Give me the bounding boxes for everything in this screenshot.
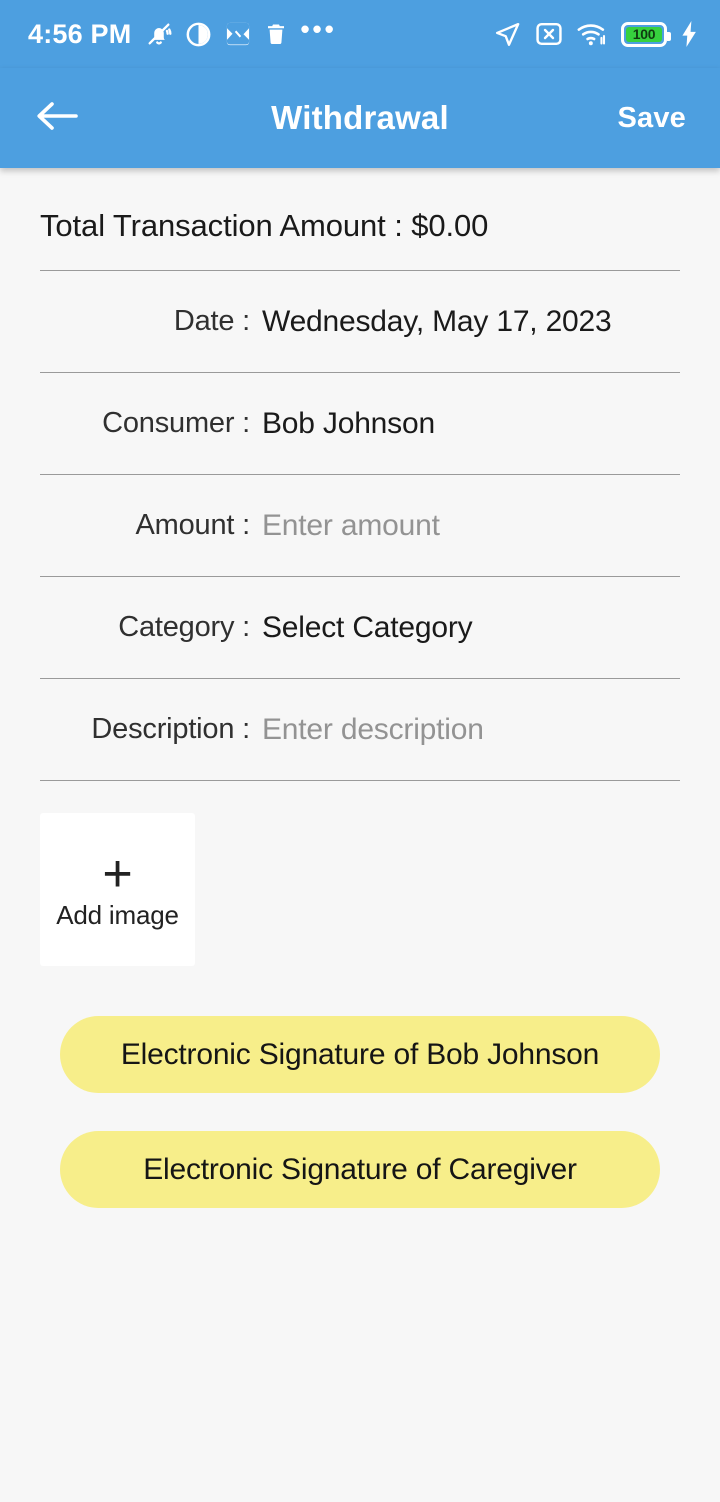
signature-button-caregiver[interactable]: Electronic Signature of Caregiver xyxy=(60,1131,660,1208)
form-content: Total Transaction Amount : $0.00 Date : … xyxy=(0,168,720,1208)
status-bar-left: 4:56 PM ••• xyxy=(28,14,337,50)
field-value-consumer[interactable]: Bob Johnson xyxy=(262,407,435,441)
add-image-button[interactable]: + Add image xyxy=(40,813,195,966)
page-title: Withdrawal xyxy=(271,99,449,136)
battery-percent: 100 xyxy=(632,26,656,42)
battery-icon: 100 xyxy=(621,21,671,47)
wifi-icon xyxy=(577,21,607,47)
image-attachment-area: + Add image xyxy=(0,781,720,966)
field-row-category[interactable]: Category : Select Category xyxy=(0,577,720,678)
location-arrow-icon xyxy=(494,21,521,48)
charging-bolt-icon xyxy=(681,21,698,47)
save-button[interactable]: Save xyxy=(617,102,686,135)
status-bar-right: 100 xyxy=(494,21,698,48)
field-value-date[interactable]: Wednesday, May 17, 2023 xyxy=(262,305,612,339)
status-bar: 4:56 PM ••• 100 xyxy=(0,0,720,68)
amount-input[interactable]: Enter amount xyxy=(262,509,440,543)
trash-icon xyxy=(264,21,288,47)
field-label: Consumer : xyxy=(102,407,250,439)
category-select[interactable]: Select Category xyxy=(262,611,473,645)
image-broken-icon xyxy=(224,20,252,48)
status-bar-clock: 4:56 PM xyxy=(28,18,132,49)
field-label: Date : xyxy=(173,305,250,337)
overflow-dots-icon: ••• xyxy=(300,14,337,44)
field-row-description[interactable]: Description : Enter description xyxy=(0,679,720,780)
field-label: Amount : xyxy=(135,509,251,541)
field-row-consumer[interactable]: Consumer : Bob Johnson xyxy=(0,373,720,474)
back-button[interactable] xyxy=(22,83,92,153)
brightness-half-icon xyxy=(185,21,212,48)
field-row-amount[interactable]: Amount : Enter amount xyxy=(0,475,720,576)
signature-buttons-group: Electronic Signature of Bob Johnson Elec… xyxy=(0,966,720,1208)
field-label: Description : xyxy=(91,713,250,745)
field-label: Category : xyxy=(118,611,250,643)
sim-x-icon xyxy=(535,21,563,47)
field-row-date[interactable]: Date : Wednesday, May 17, 2023 xyxy=(0,271,720,372)
bell-muted-icon xyxy=(145,20,173,48)
plus-icon: + xyxy=(102,845,133,903)
description-input[interactable]: Enter description xyxy=(262,713,484,747)
signature-button-consumer[interactable]: Electronic Signature of Bob Johnson xyxy=(60,1016,660,1093)
arrow-left-icon xyxy=(36,100,78,137)
app-bar: Withdrawal Save xyxy=(0,68,720,168)
add-image-label: Add image xyxy=(56,900,179,930)
total-transaction-amount: Total Transaction Amount : $0.00 xyxy=(40,208,489,243)
